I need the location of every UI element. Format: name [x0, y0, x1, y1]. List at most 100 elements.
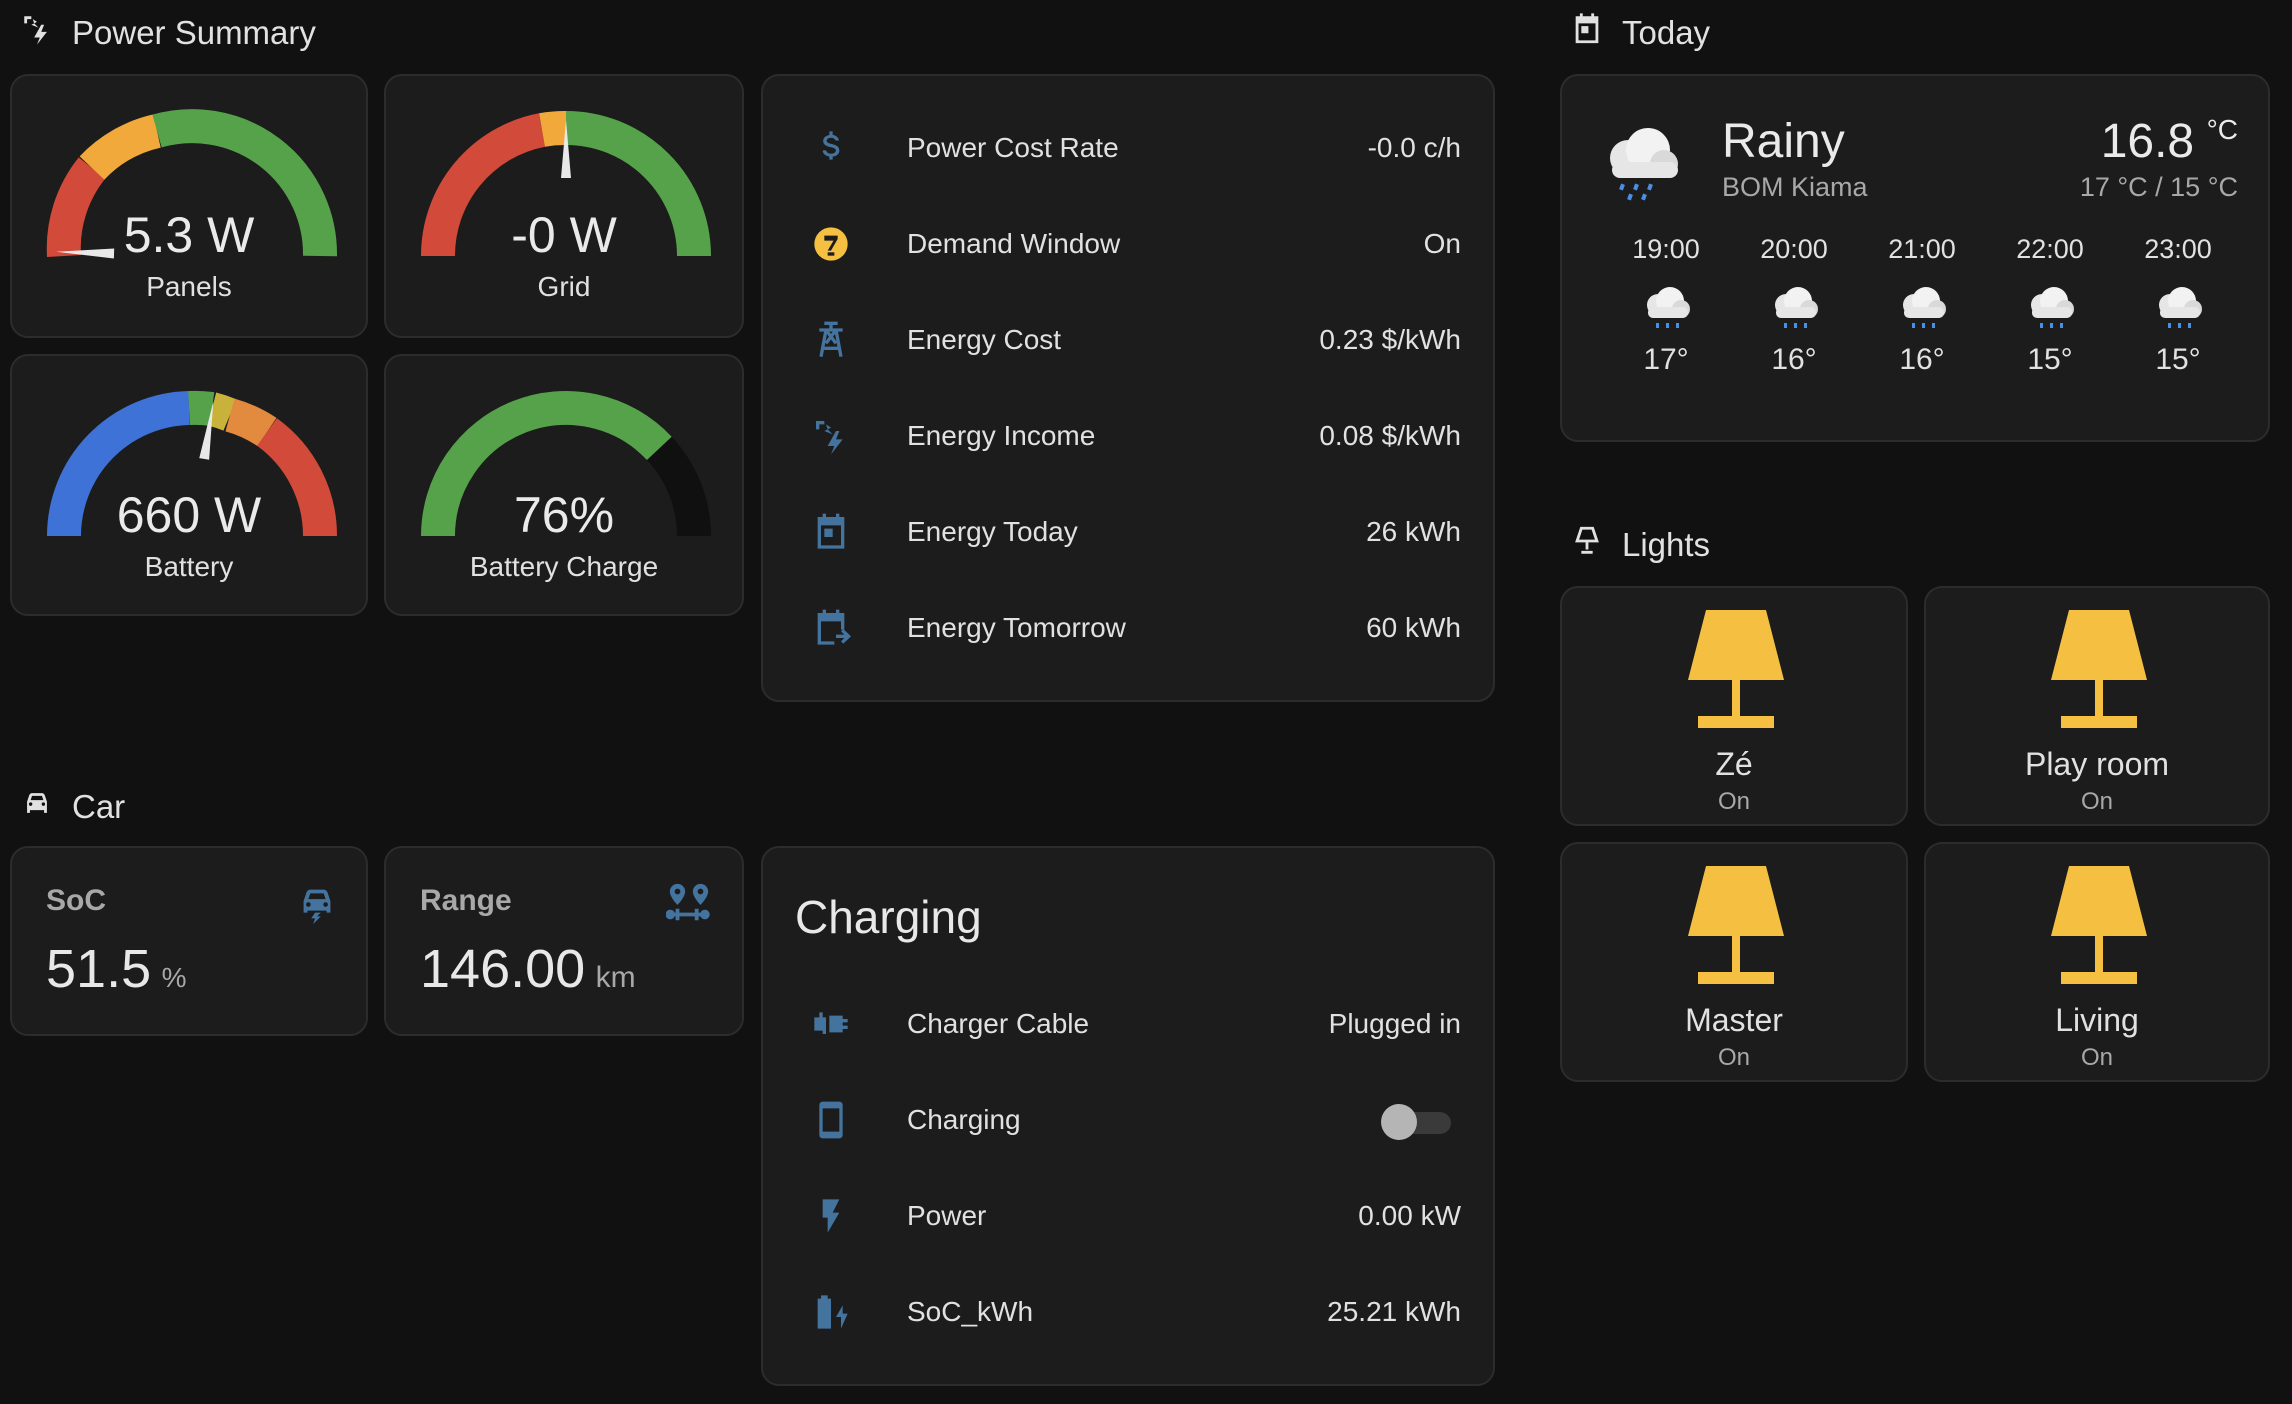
entity-name: Energy Today	[907, 516, 1078, 547]
lights-header: Lights	[1570, 524, 1710, 566]
flash-icon	[809, 1194, 853, 1238]
charging-card: Charging Charger Cable Plugged in Chargi…	[761, 846, 1495, 1386]
toggle-knob	[1381, 1104, 1417, 1140]
solar-power-icon	[20, 12, 54, 54]
gauge-panels-label: Panels	[146, 271, 232, 302]
forecast-rainy-icon	[1995, 279, 2105, 339]
charging-toggle[interactable]	[1381, 1104, 1453, 1140]
range-value-group: 146.00 km	[420, 938, 636, 1000]
ev-plug-icon	[809, 1002, 853, 1046]
gauge-panels[interactable]: 5.3 W Panels	[10, 74, 368, 338]
forecast-rainy-icon	[1611, 279, 1721, 339]
entity-row-energy-tomorrow[interactable]: Energy Tomorrow 60 kWh	[763, 580, 1493, 676]
light-tile-play-room[interactable]: Play room On	[1924, 586, 2270, 826]
soc-value: 51.5	[46, 939, 152, 999]
weather-temp-unit: °C	[2206, 114, 2238, 145]
entity-value: 25.21 kWh	[1327, 1296, 1461, 1327]
demand-window-icon	[809, 222, 853, 266]
entity-value: -0.0 c/h	[1367, 132, 1461, 163]
light-state: On	[1717, 1044, 1750, 1071]
entity-value: 0.23 $/kWh	[1319, 324, 1461, 355]
forecast-rainy-icon	[1739, 279, 1849, 339]
lamp-outline-icon	[1570, 524, 1604, 566]
entity-name: Energy Income	[907, 420, 1096, 451]
gauge-grid[interactable]: -0 W Grid	[384, 74, 744, 338]
weather-rainy-icon	[1598, 116, 1684, 202]
forecast-time: 23:00	[2144, 234, 2212, 264]
soc-label: SoC	[46, 884, 106, 917]
weather-temperature: 16.8	[2100, 115, 2195, 168]
weather-source: BOM Kiama	[1722, 172, 1868, 202]
entity-row-charging[interactable]: Charging	[763, 1072, 1493, 1168]
power-summary-title: Power Summary	[72, 14, 316, 51]
calendar-icon	[1570, 12, 1604, 54]
gauge-grid-label: Grid	[537, 271, 591, 302]
today-title: Today	[1622, 14, 1711, 51]
range-tile[interactable]: Range 146.00 km	[384, 846, 744, 1036]
entity-row-energy-income[interactable]: Energy Income 0.08 $/kWh	[763, 388, 1493, 484]
map-marker-distance-icon	[665, 880, 712, 926]
forecast-time: 21:00	[1888, 234, 1956, 264]
entity-row-soc-kwh[interactable]: SoC_kWh 25.21 kWh	[763, 1264, 1493, 1360]
currency-usd-icon	[809, 126, 853, 170]
gauge-battery-value: 660 W	[116, 487, 262, 543]
charging-title: Charging	[795, 891, 982, 943]
forecast-item: 21:00 16°	[1867, 234, 1977, 377]
entity-name: Energy Cost	[907, 324, 1062, 355]
entity-value: 0.08 $/kWh	[1319, 420, 1461, 451]
entity-row-charger-cable[interactable]: Charger Cable Plugged in	[763, 976, 1493, 1072]
entity-value: Plugged in	[1328, 1008, 1461, 1039]
gauge-grid-value: -0 W	[511, 207, 617, 263]
entity-row-power[interactable]: Power 0.00 kW	[763, 1168, 1493, 1264]
light-tile-ze[interactable]: Zé On	[1560, 586, 1908, 826]
forecast-item: 19:00 17°	[1611, 234, 1721, 377]
light-state: On	[2080, 788, 2113, 815]
lamp-icon	[2051, 866, 2147, 984]
car-title: Car	[72, 788, 126, 825]
entity-row-demand-window[interactable]: Demand Window On	[763, 196, 1493, 292]
range-value: 146.00	[420, 939, 586, 999]
lamp-icon	[2051, 610, 2147, 728]
light-name: Master	[1685, 1002, 1783, 1038]
entity-row-power-cost-rate[interactable]: Power Cost Rate -0.0 c/h	[763, 100, 1493, 196]
calendar-arrow-right-icon	[809, 606, 853, 650]
entity-name: Power	[907, 1200, 987, 1231]
battery-charging-icon	[809, 1290, 853, 1334]
light-state: On	[1717, 788, 1750, 815]
entity-value: On	[1423, 228, 1461, 259]
gauge-battery[interactable]: 660 W Battery	[10, 354, 368, 616]
weather-card[interactable]: Rainy BOM Kiama 16.8 °C 17 °C / 15 °C 19…	[1560, 74, 2270, 442]
entity-row-energy-today[interactable]: Energy Today 26 kWh	[763, 484, 1493, 580]
entity-row-energy-cost[interactable]: Energy Cost 0.23 $/kWh	[763, 292, 1493, 388]
entity-name: SoC_kWh	[907, 1296, 1034, 1327]
light-tile-living[interactable]: Living On	[1924, 842, 2270, 1082]
car-icon	[20, 786, 54, 828]
gauge-battery-charge-value: 76%	[513, 487, 615, 543]
soc-tile[interactable]: SoC 51.5 %	[10, 846, 368, 1036]
light-name: Living	[2055, 1002, 2139, 1038]
entity-name: Charging	[907, 1104, 1021, 1135]
today-header: Today	[1570, 12, 1710, 54]
power-entities-card: Power Cost Rate -0.0 c/h Demand Window O…	[761, 74, 1495, 702]
gauge-battery-charge[interactable]: 76% Battery Charge	[384, 354, 744, 616]
transmission-tower-icon	[809, 318, 853, 362]
forecast-item: 22:00 15°	[1995, 234, 2105, 377]
cellphone-icon	[809, 1098, 853, 1142]
forecast-time: 22:00	[2016, 234, 2084, 264]
range-unit: km	[595, 961, 636, 994]
car-electric-icon	[294, 880, 340, 926]
forecast-temp: 15°	[2027, 343, 2073, 376]
forecast-temp: 17°	[1643, 343, 1689, 376]
light-state: On	[2080, 1044, 2113, 1071]
range-label: Range	[420, 884, 512, 917]
lamp-icon	[1688, 866, 1784, 984]
entity-value: 60 kWh	[1366, 612, 1461, 643]
light-tile-master[interactable]: Master On	[1560, 842, 1908, 1082]
entity-name: Demand Window	[907, 228, 1121, 259]
forecast-temp: 16°	[1899, 343, 1945, 376]
forecast-item: 23:00 15°	[2123, 234, 2233, 377]
weather-temp-group: 16.8 °C	[2101, 114, 2238, 169]
forecast-time: 20:00	[1760, 234, 1828, 264]
car-header: Car	[20, 786, 125, 828]
lights-title: Lights	[1622, 526, 1711, 563]
